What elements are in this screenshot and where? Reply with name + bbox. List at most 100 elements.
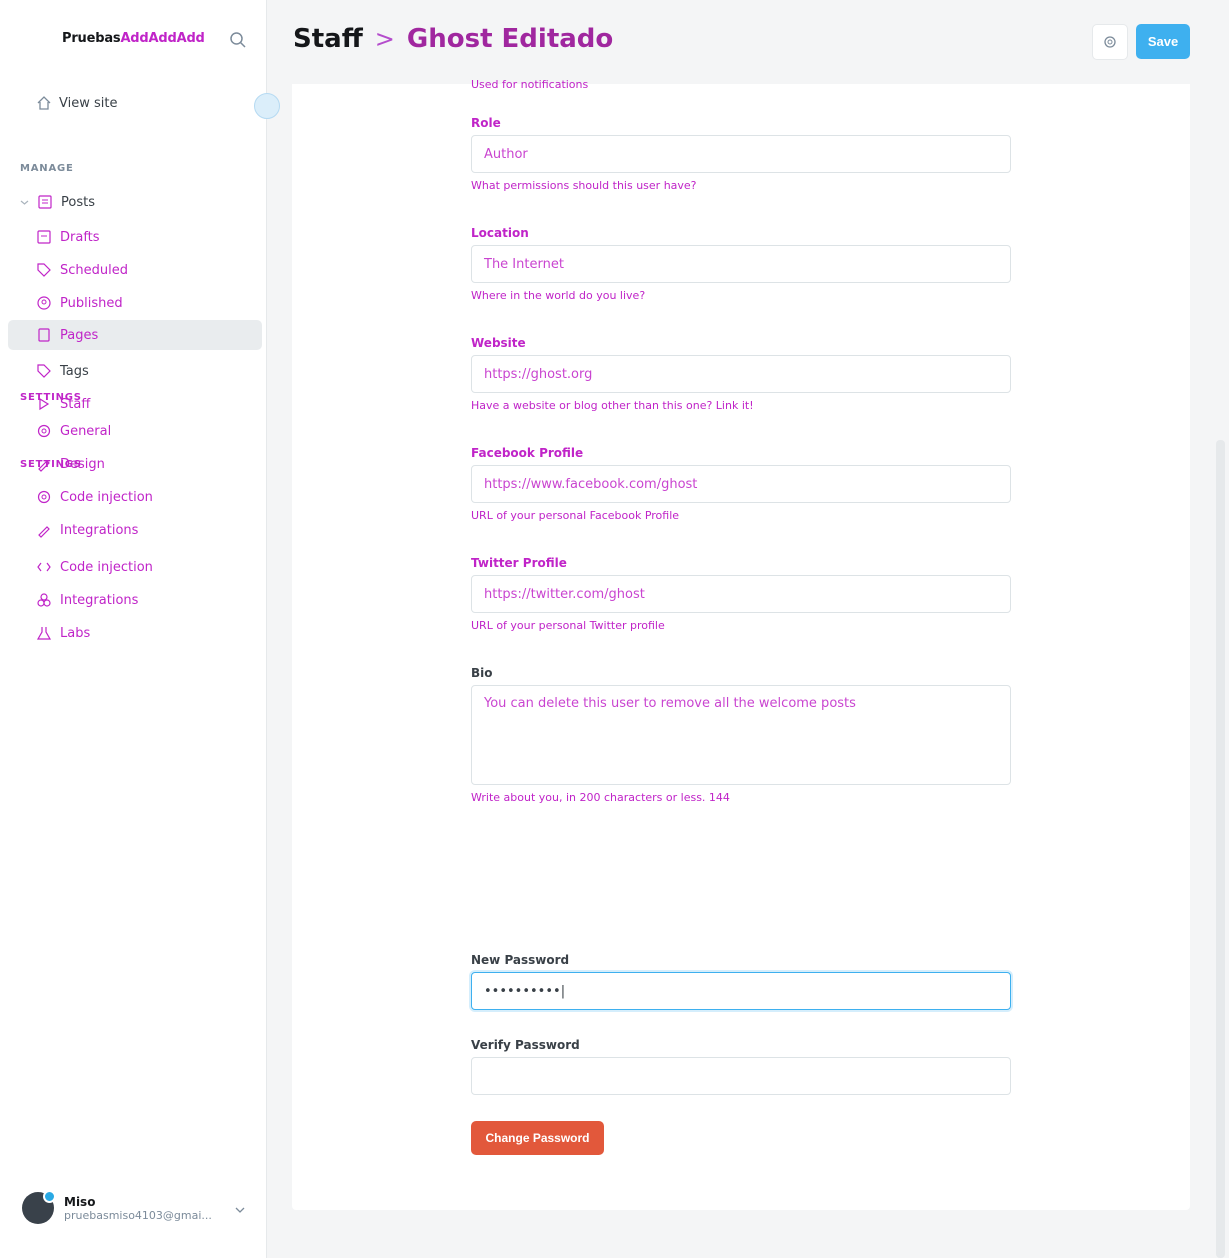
drafts-icon xyxy=(37,230,51,244)
gear-icon xyxy=(37,490,51,504)
sidebar-item-label: Integrations xyxy=(60,522,139,538)
twitter-help: URL of your personal Twitter profile xyxy=(471,619,665,632)
user-name: Miso xyxy=(64,1194,96,1209)
twitter-label: Twitter Profile xyxy=(471,556,567,570)
twitter-value: https://twitter.com/ghost xyxy=(484,586,645,602)
sidebar-item-integrations-2[interactable]: Integrations xyxy=(36,589,138,611)
bio-field: Bio You can delete this user to remove a… xyxy=(471,666,1011,804)
sidebar-item-scheduled[interactable]: Scheduled xyxy=(36,259,128,281)
email-help-text: Used for notifications xyxy=(471,78,589,91)
page-header: Staff > Ghost Editado Save xyxy=(267,0,1229,84)
view-site-link[interactable]: View site xyxy=(36,95,117,111)
sidebar-item-label: Code injection xyxy=(60,489,153,505)
sidebar-item-labs[interactable]: Labs xyxy=(36,622,90,644)
sidebar-item-pages[interactable]: Pages xyxy=(8,320,262,350)
save-button[interactable]: Save xyxy=(1136,24,1190,59)
facebook-help: URL of your personal Facebook Profile xyxy=(471,509,680,522)
search-icon[interactable] xyxy=(229,31,247,49)
brush-icon xyxy=(38,460,50,472)
sidebar-item-label: Tags xyxy=(60,363,89,379)
website-field: Website https://ghost.org Have a website… xyxy=(471,336,1011,412)
location-field: Location The Internet Where in the world… xyxy=(471,226,1011,302)
sidebar-item-integrations[interactable]: Integrations xyxy=(36,519,138,541)
breadcrumb-separator: > xyxy=(374,25,395,53)
sidebar-item-label: Integrations xyxy=(60,592,139,608)
gear-icon xyxy=(1104,36,1116,48)
facebook-label: Facebook Profile xyxy=(471,446,584,460)
website-help: Have a website or blog other than this o… xyxy=(471,399,754,412)
sidebar-item-label: Labs xyxy=(60,625,91,641)
role-label: Role xyxy=(471,116,501,130)
sidebar-item-staff[interactable]: Staff xyxy=(36,393,90,415)
site-title-prefix: Pruebas xyxy=(62,31,121,46)
twitter-field: Twitter Profile https://twitter.com/ghos… xyxy=(471,556,1011,632)
sidebar-item-label: Posts xyxy=(61,194,95,210)
bio-help: Write about you, in 200 characters or le… xyxy=(471,791,730,804)
gear-icon xyxy=(37,424,51,438)
staff-icon xyxy=(39,397,50,411)
sidebar-item-label: Scheduled xyxy=(60,262,128,278)
sidebar-item-posts[interactable]: Posts xyxy=(20,191,95,213)
sidebar-item-label: Design xyxy=(60,456,105,472)
verify-password-field: Verify Password xyxy=(471,1038,1011,1095)
new-password-label: New Password xyxy=(471,953,570,967)
manage-section-label: MANAGE xyxy=(20,163,74,174)
new-password-input[interactable]: •••••••••• | xyxy=(471,972,1011,1010)
sidebar-item-label: General xyxy=(60,423,112,439)
site-title-suffix: AddAddAdd xyxy=(120,31,205,46)
website-value: https://ghost.org xyxy=(484,366,593,382)
location-input[interactable]: The Internet xyxy=(471,245,1011,283)
chevron-down-icon[interactable] xyxy=(234,1204,246,1216)
bio-value: You can delete this user to remove all t… xyxy=(484,696,856,711)
website-input[interactable]: https://ghost.org xyxy=(471,355,1011,393)
facebook-field: Facebook Profile https://www.facebook.co… xyxy=(471,446,1011,522)
sidebar-item-drafts[interactable]: Drafts xyxy=(36,226,100,248)
page-title: Ghost Editado xyxy=(406,24,614,54)
sidebar-item-published[interactable]: Published xyxy=(36,292,123,314)
sidebar-item-label: Pages xyxy=(60,327,99,343)
sidebar-item-code-injection-2[interactable]: Code injection xyxy=(36,556,153,578)
bio-label: Bio xyxy=(471,666,493,680)
integrations-icon xyxy=(37,593,51,607)
role-select[interactable]: Author xyxy=(471,135,1011,173)
chevron-down-icon xyxy=(20,200,29,205)
sidebar-item-tags[interactable]: Tags xyxy=(36,360,89,382)
bio-textarea[interactable]: You can delete this user to remove all t… xyxy=(471,685,1011,785)
user-email: pruebasmiso4103@gmai... xyxy=(64,1208,212,1222)
scrollbar[interactable] xyxy=(1216,440,1225,1258)
sidebar: PruebasAddAddAdd View site MANAGE Posts … xyxy=(0,0,280,1258)
avatar xyxy=(22,1190,56,1224)
code-icon xyxy=(37,562,51,572)
view-site-label: View site xyxy=(59,95,118,111)
location-value: The Internet xyxy=(484,256,564,272)
change-password-button[interactable]: Change Password xyxy=(471,1121,604,1155)
new-password-value: •••••••••• xyxy=(484,983,561,999)
verify-password-input[interactable] xyxy=(471,1057,1011,1095)
website-label: Website xyxy=(471,336,526,350)
sidebar-item-label: Drafts xyxy=(60,229,100,245)
settings-button[interactable] xyxy=(1092,24,1128,60)
site-title[interactable]: PruebasAddAddAdd xyxy=(62,31,205,46)
twitter-input[interactable]: https://twitter.com/ghost xyxy=(471,575,1011,613)
globe-icon[interactable] xyxy=(254,93,280,119)
user-menu[interactable]: Miso pruebasmiso4103@gmai... xyxy=(22,1190,252,1224)
tag-icon xyxy=(37,263,51,277)
verify-password-label: Verify Password xyxy=(471,1038,580,1052)
members-icon xyxy=(37,296,51,310)
facebook-input[interactable]: https://www.facebook.com/ghost xyxy=(471,465,1011,503)
location-label: Location xyxy=(471,226,529,240)
sidebar-item-label: Staff xyxy=(60,396,91,412)
pages-icon xyxy=(38,328,50,342)
breadcrumb-parent[interactable]: Staff xyxy=(293,24,363,54)
posts-icon xyxy=(38,195,52,209)
sidebar-item-design[interactable]: Design xyxy=(36,453,105,475)
flask-icon xyxy=(36,627,52,640)
role-field: Role Author What permissions should this… xyxy=(471,116,1011,192)
new-password-field: New Password •••••••••• | xyxy=(471,953,1011,1010)
sidebar-item-general[interactable]: General xyxy=(36,420,111,442)
facebook-value: https://www.facebook.com/ghost xyxy=(484,476,698,492)
sidebar-item-label: Published xyxy=(60,295,123,311)
sidebar-item-code-injection[interactable]: Code injection xyxy=(36,486,153,508)
sidebar-item-label: Code injection xyxy=(60,559,153,575)
role-value: Author xyxy=(484,146,528,162)
